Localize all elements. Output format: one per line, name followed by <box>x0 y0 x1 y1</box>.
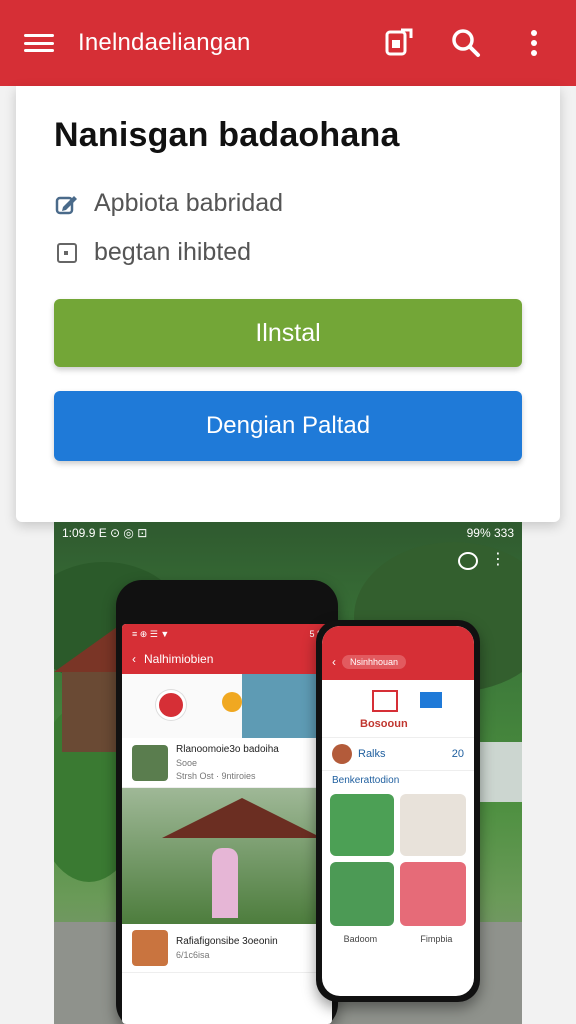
app-screenshot: 1:09.9 E ⊙ ◎ ⊡ 99% 333 ⋮ ≡ ⊕ ☰ ▼ 5 8 ‹ N… <box>54 522 522 1024</box>
phone-screen: ‹ Nsinhhouan Bosooun Ralks 20 Benkeratto… <box>322 626 474 996</box>
install-button[interactable]: Ilnstal <box>54 299 522 367</box>
avatar <box>332 744 352 764</box>
section-title: Benkerattodion <box>332 775 400 786</box>
search-pill[interactable]: Nsinhhouan <box>342 655 407 669</box>
food-caption: Badoom <box>343 934 378 944</box>
list-item-subtitle: Sooe <box>176 758 198 768</box>
food-captions: Badoom Fimpbia <box>322 930 474 944</box>
food-tile[interactable] <box>400 794 466 856</box>
avatar <box>132 744 168 781</box>
red-badge-icon <box>156 690 186 720</box>
status-left: 1:09.9 E ⊙ ◎ ⊡ <box>62 526 148 540</box>
app-info-card: Nanisgan badaohana Apbiota babridad begt… <box>16 86 560 522</box>
food-tile[interactable] <box>400 862 466 926</box>
secondary-action-button[interactable]: Dengian Paltad <box>54 391 522 461</box>
app-heading: Nanisgan badaohana <box>54 116 400 154</box>
user-row[interactable]: Ralks 20 <box>322 738 474 771</box>
app-bar: Inelndaeliangan <box>0 0 576 86</box>
food-tile[interactable] <box>330 862 394 926</box>
more-icon[interactable]: ⋮ <box>490 552 506 568</box>
food-grid <box>322 790 474 930</box>
list-item[interactable]: Rlanoomoie3o badoiha Sooe Strsh Ost · 9n… <box>122 738 332 788</box>
coin-icon <box>222 692 242 712</box>
user-name: Ralks <box>358 748 386 760</box>
status-bar: 1:09.9 E ⊙ ◎ ⊡ 99% 333 <box>54 522 522 546</box>
phone-header: ‹ Nalhimiobien <box>122 644 332 674</box>
more-options-icon[interactable] <box>514 23 554 63</box>
box-icon <box>372 690 398 712</box>
checkbox-icon <box>54 240 80 266</box>
info-row-label: begtan ihibted <box>94 238 252 266</box>
list-item-meta: Strsh Ost · 9ntiroies <box>176 771 256 781</box>
menu-icon[interactable] <box>22 29 56 57</box>
post-photo <box>122 788 332 924</box>
chat-icon[interactable] <box>458 552 478 570</box>
status-right: 99% 333 <box>466 526 514 540</box>
house-roof <box>162 798 322 838</box>
list-item-subtitle: 6/1c6isa <box>176 950 210 960</box>
share-icon[interactable] <box>378 23 418 63</box>
edit-icon <box>54 191 80 217</box>
list-item-title: Rlanoomoie3o badoiha <box>176 744 279 755</box>
person <box>212 848 238 918</box>
promo-banner: Bosooun <box>322 680 474 738</box>
phone-mockup-right: ‹ Nsinhhouan Bosooun Ralks 20 Benkeratto… <box>316 620 480 1002</box>
phone-status: ≡ ⊕ ☰ ▼ 5 8 <box>122 624 332 644</box>
food-caption: Fimpbia <box>420 934 453 944</box>
phone-header-title: Nalhimiobien <box>144 652 214 666</box>
phone-mockup-left: ≡ ⊕ ☰ ▼ 5 8 ‹ Nalhimiobien Rlanoomoie3o … <box>116 580 338 1024</box>
info-row-status: begtan ihibted <box>54 238 522 267</box>
avatar <box>132 930 168 966</box>
phone-banner <box>122 674 332 738</box>
phone-header: ‹ Nsinhhouan <box>322 626 474 680</box>
app-title: Inelndaeliangan <box>78 29 251 56</box>
phone-screen: ≡ ⊕ ☰ ▼ 5 8 ‹ Nalhimiobien Rlanoomoie3o … <box>122 624 332 1024</box>
info-row-permission: Apbiota babridad <box>54 189 522 218</box>
back-icon[interactable]: ‹ <box>132 652 136 666</box>
food-tile[interactable] <box>330 794 394 856</box>
search-icon[interactable] <box>446 23 486 63</box>
list-item[interactable]: Rafiafigonsibe 3oeonin 6/1c6isa <box>122 924 332 973</box>
fence <box>479 742 522 802</box>
banner-text: Bosooun <box>360 718 408 730</box>
info-row-label: Apbiota babridad <box>94 189 284 217</box>
list-item-title: Rafiafigonsibe 3oeonin <box>176 936 278 947</box>
phone-status-left: ≡ ⊕ ☰ ▼ <box>132 628 170 639</box>
tag-icon <box>420 692 442 708</box>
back-icon[interactable]: ‹ <box>332 655 336 669</box>
user-count: 20 <box>451 748 464 760</box>
